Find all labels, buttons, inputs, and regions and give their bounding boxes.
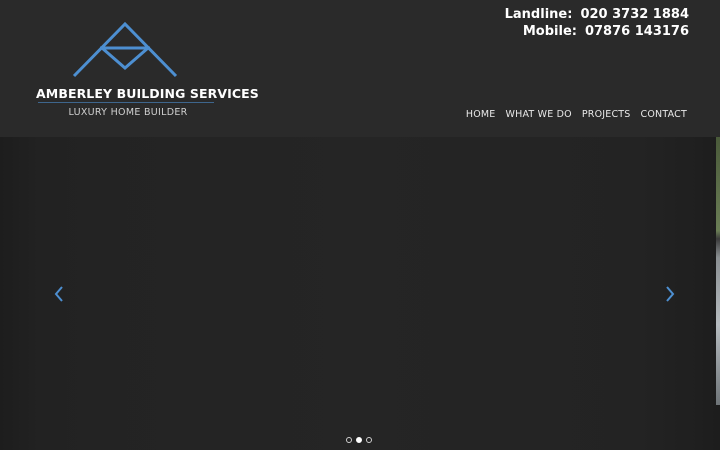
brand-logo[interactable]: AMBERLEY BUILDING SERVICES LUXURY HOME B…	[36, 22, 259, 122]
slider-dot-1[interactable]	[346, 437, 352, 443]
next-slide-preview	[716, 137, 720, 405]
brand-tagline: LUXURY HOME BUILDER	[68, 107, 188, 118]
nav-item-what-we-do[interactable]: WHAT WE DO	[506, 109, 572, 120]
brand-divider	[38, 102, 214, 103]
nav-item-projects[interactable]: PROJECTS	[582, 109, 631, 120]
nav-item-home[interactable]: HOME	[466, 109, 496, 120]
slider-dot-2[interactable]	[356, 437, 362, 443]
contact-info: Landline: 020 3732 1884 Mobile: 07876 1431…	[505, 6, 689, 40]
roof-logo-icon	[72, 22, 178, 78]
landline-number[interactable]: 020 3732 1884	[580, 7, 689, 22]
hero-slider	[0, 137, 720, 450]
site-header: AMBERLEY BUILDING SERVICES LUXURY HOME B…	[0, 0, 720, 137]
nav-item-contact[interactable]: CONTACT	[641, 109, 687, 120]
chevron-right-icon	[666, 286, 675, 302]
landline-row: Landline: 020 3732 1884	[505, 6, 689, 23]
chevron-left-icon	[54, 286, 63, 302]
slider-dot-3[interactable]	[366, 437, 372, 443]
main-nav: HOME WHAT WE DO PROJECTS CONTACT	[466, 109, 687, 120]
mobile-number[interactable]: 07876 143176	[585, 24, 689, 39]
mobile-row: Mobile: 07876 143176	[505, 23, 689, 40]
slider-next-button[interactable]	[663, 284, 677, 304]
slider-prev-button[interactable]	[52, 284, 66, 304]
landline-label: Landline:	[504, 7, 573, 22]
brand-name: AMBERLEY BUILDING SERVICES	[36, 86, 259, 101]
mobile-label: Mobile:	[522, 24, 577, 39]
slider-pagination	[346, 437, 372, 443]
